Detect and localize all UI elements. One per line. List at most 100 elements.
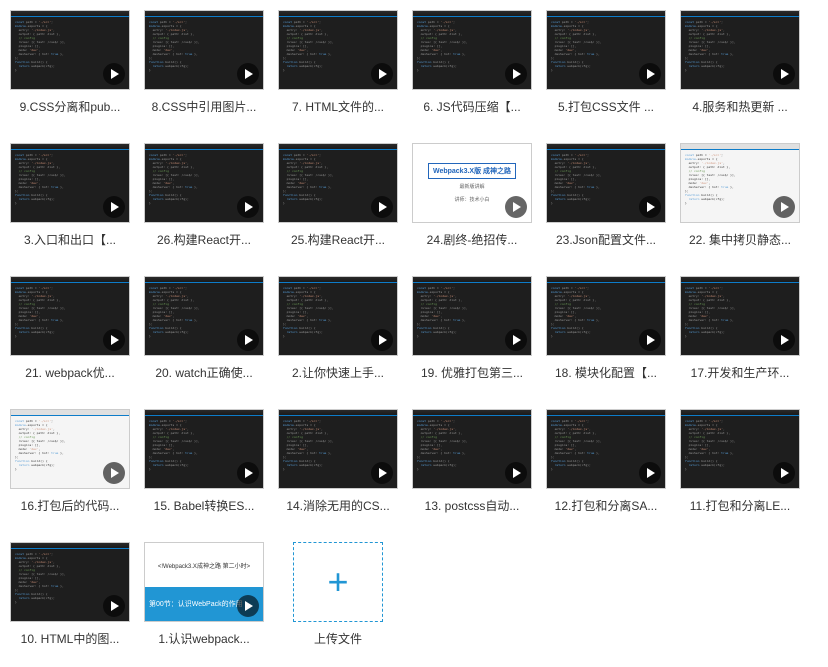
video-item[interactable]: Webpack3.X版 成神之路最新版讲解讲师：技术小白24.剧终-绝招传... (412, 143, 532, 248)
video-thumbnail[interactable]: const path = './src';module.exports = { … (10, 542, 130, 622)
play-icon[interactable] (639, 329, 661, 351)
play-icon[interactable] (773, 63, 795, 85)
video-thumbnail[interactable]: const path = './src';module.exports = { … (412, 276, 532, 356)
video-item[interactable]: const path = './src';module.exports = { … (278, 143, 398, 248)
play-icon[interactable] (371, 63, 393, 85)
play-icon[interactable] (103, 196, 125, 218)
play-icon[interactable] (639, 196, 661, 218)
video-item[interactable]: const path = './src';module.exports = { … (10, 143, 130, 248)
play-icon[interactable] (103, 329, 125, 351)
video-thumbnail[interactable]: const path = './src';module.exports = { … (546, 143, 666, 223)
video-thumbnail[interactable]: const path = './src';module.exports = { … (144, 143, 264, 223)
video-thumbnail[interactable]: const path = './src';module.exports = { … (144, 409, 264, 489)
upload-item: + 上传文件 (278, 542, 398, 647)
upload-button[interactable]: + (293, 542, 383, 622)
video-thumbnail[interactable]: const path = './src';module.exports = { … (144, 276, 264, 356)
video-item[interactable]: const path = './src';module.exports = { … (144, 409, 264, 514)
video-thumbnail[interactable]: const path = './src';module.exports = { … (278, 143, 398, 223)
video-thumbnail[interactable]: const path = './src';module.exports = { … (680, 10, 800, 90)
play-icon[interactable] (505, 329, 527, 351)
video-label: 23.Json配置文件... (546, 231, 666, 248)
video-label: 21. webpack优... (10, 364, 130, 381)
play-icon[interactable] (773, 462, 795, 484)
play-icon[interactable] (371, 462, 393, 484)
play-icon[interactable] (103, 595, 125, 617)
video-item[interactable]: const path = './src';module.exports = { … (278, 409, 398, 514)
video-thumbnail[interactable]: const path = './src';module.exports = { … (680, 409, 800, 489)
play-icon[interactable] (237, 462, 259, 484)
video-label: 6. JS代码压缩【... (412, 98, 532, 115)
video-item[interactable]: const path = './src';module.exports = { … (10, 10, 130, 115)
video-thumbnail[interactable]: const path = './src';module.exports = { … (546, 276, 666, 356)
play-icon[interactable] (103, 462, 125, 484)
play-icon[interactable] (371, 196, 393, 218)
intro-title: Webpack3.X版 成神之路 (428, 163, 516, 179)
video-grid: const path = './src';module.exports = { … (10, 10, 818, 647)
video-thumbnail[interactable]: Webpack3.X版 成神之路最新版讲解讲师：技术小白 (412, 143, 532, 223)
play-icon[interactable] (773, 196, 795, 218)
video-item[interactable]: const path = './src';module.exports = { … (680, 10, 800, 115)
video-item[interactable]: const path = './src';module.exports = { … (144, 10, 264, 115)
upload-label: 上传文件 (314, 630, 362, 647)
play-icon[interactable] (773, 329, 795, 351)
video-item[interactable]: const path = './src';module.exports = { … (546, 143, 666, 248)
video-thumbnail[interactable]: const path = './src';module.exports = { … (278, 276, 398, 356)
video-item[interactable]: const path = './src';module.exports = { … (412, 10, 532, 115)
video-item[interactable]: const path = './src';module.exports = { … (144, 276, 264, 381)
play-icon[interactable] (237, 595, 259, 617)
video-item[interactable]: const path = './src';module.exports = { … (412, 276, 532, 381)
video-thumbnail[interactable]: const path = './src';module.exports = { … (680, 276, 800, 356)
video-thumbnail[interactable]: const path = './src';module.exports = { … (412, 10, 532, 90)
play-icon[interactable] (505, 63, 527, 85)
video-label: 2.让你快速上手... (278, 364, 398, 381)
video-thumbnail[interactable]: const path = './src';module.exports = { … (680, 143, 800, 223)
video-thumbnail[interactable]: const path = './src';module.exports = { … (10, 10, 130, 90)
video-item[interactable]: <!Webpack3.X成神之路 第二小时>第00节：认识WebPack的作用 1… (144, 542, 264, 647)
play-icon[interactable] (639, 63, 661, 85)
video-thumbnail[interactable]: const path = './src';module.exports = { … (10, 143, 130, 223)
video-label: 1.认识webpack... (144, 630, 264, 647)
video-label: 22. 集中拷贝静态... (680, 231, 800, 248)
video-item[interactable]: const path = './src';module.exports = { … (10, 276, 130, 381)
play-icon[interactable] (639, 462, 661, 484)
play-icon[interactable] (371, 329, 393, 351)
video-label: 18. 模块化配置【... (546, 364, 666, 381)
video-label: 7. HTML文件的... (278, 98, 398, 115)
video-thumbnail[interactable]: const path = './src';module.exports = { … (10, 409, 130, 489)
play-icon[interactable] (505, 196, 527, 218)
play-icon[interactable] (103, 63, 125, 85)
video-item[interactable]: const path = './src';module.exports = { … (412, 409, 532, 514)
video-item[interactable]: const path = './src';module.exports = { … (278, 276, 398, 381)
play-icon[interactable] (237, 63, 259, 85)
video-thumbnail[interactable]: const path = './src';module.exports = { … (546, 10, 666, 90)
video-label: 8.CSS中引用图片... (144, 98, 264, 115)
intro-sub: 讲师：技术小白 (454, 196, 489, 203)
video-label: 12.打包和分离SA... (546, 497, 666, 514)
video-item[interactable]: const path = './src';module.exports = { … (10, 409, 130, 514)
video-thumbnail[interactable]: const path = './src';module.exports = { … (144, 10, 264, 90)
video-label: 13. postcss自动... (412, 497, 532, 514)
video-item[interactable]: const path = './src';module.exports = { … (546, 10, 666, 115)
video-item[interactable]: const path = './src';module.exports = { … (680, 276, 800, 381)
video-item[interactable]: const path = './src';module.exports = { … (278, 10, 398, 115)
video-item[interactable]: const path = './src';module.exports = { … (10, 542, 130, 647)
play-icon[interactable] (237, 196, 259, 218)
video-item[interactable]: const path = './src';module.exports = { … (144, 143, 264, 248)
video-thumbnail[interactable]: const path = './src';module.exports = { … (10, 276, 130, 356)
video-thumbnail[interactable]: const path = './src';module.exports = { … (412, 409, 532, 489)
video-thumbnail[interactable]: const path = './src';module.exports = { … (278, 10, 398, 90)
video-label: 19. 优雅打包第三... (412, 364, 532, 381)
video-label: 3.入口和出口【... (10, 231, 130, 248)
video-thumbnail[interactable]: const path = './src';module.exports = { … (278, 409, 398, 489)
video-item[interactable]: const path = './src';module.exports = { … (680, 409, 800, 514)
video-label: 20. watch正确使... (144, 364, 264, 381)
play-icon[interactable] (505, 462, 527, 484)
video-item[interactable]: const path = './src';module.exports = { … (546, 276, 666, 381)
play-icon[interactable] (237, 329, 259, 351)
video-thumbnail[interactable]: const path = './src';module.exports = { … (546, 409, 666, 489)
video-item[interactable]: const path = './src';module.exports = { … (680, 143, 800, 248)
video-label: 17.开发和生产环... (680, 364, 800, 381)
video-thumbnail[interactable]: <!Webpack3.X成神之路 第二小时>第00节：认识WebPack的作用 (144, 542, 264, 622)
video-item[interactable]: const path = './src';module.exports = { … (546, 409, 666, 514)
video-label: 26.构建React开... (144, 231, 264, 248)
